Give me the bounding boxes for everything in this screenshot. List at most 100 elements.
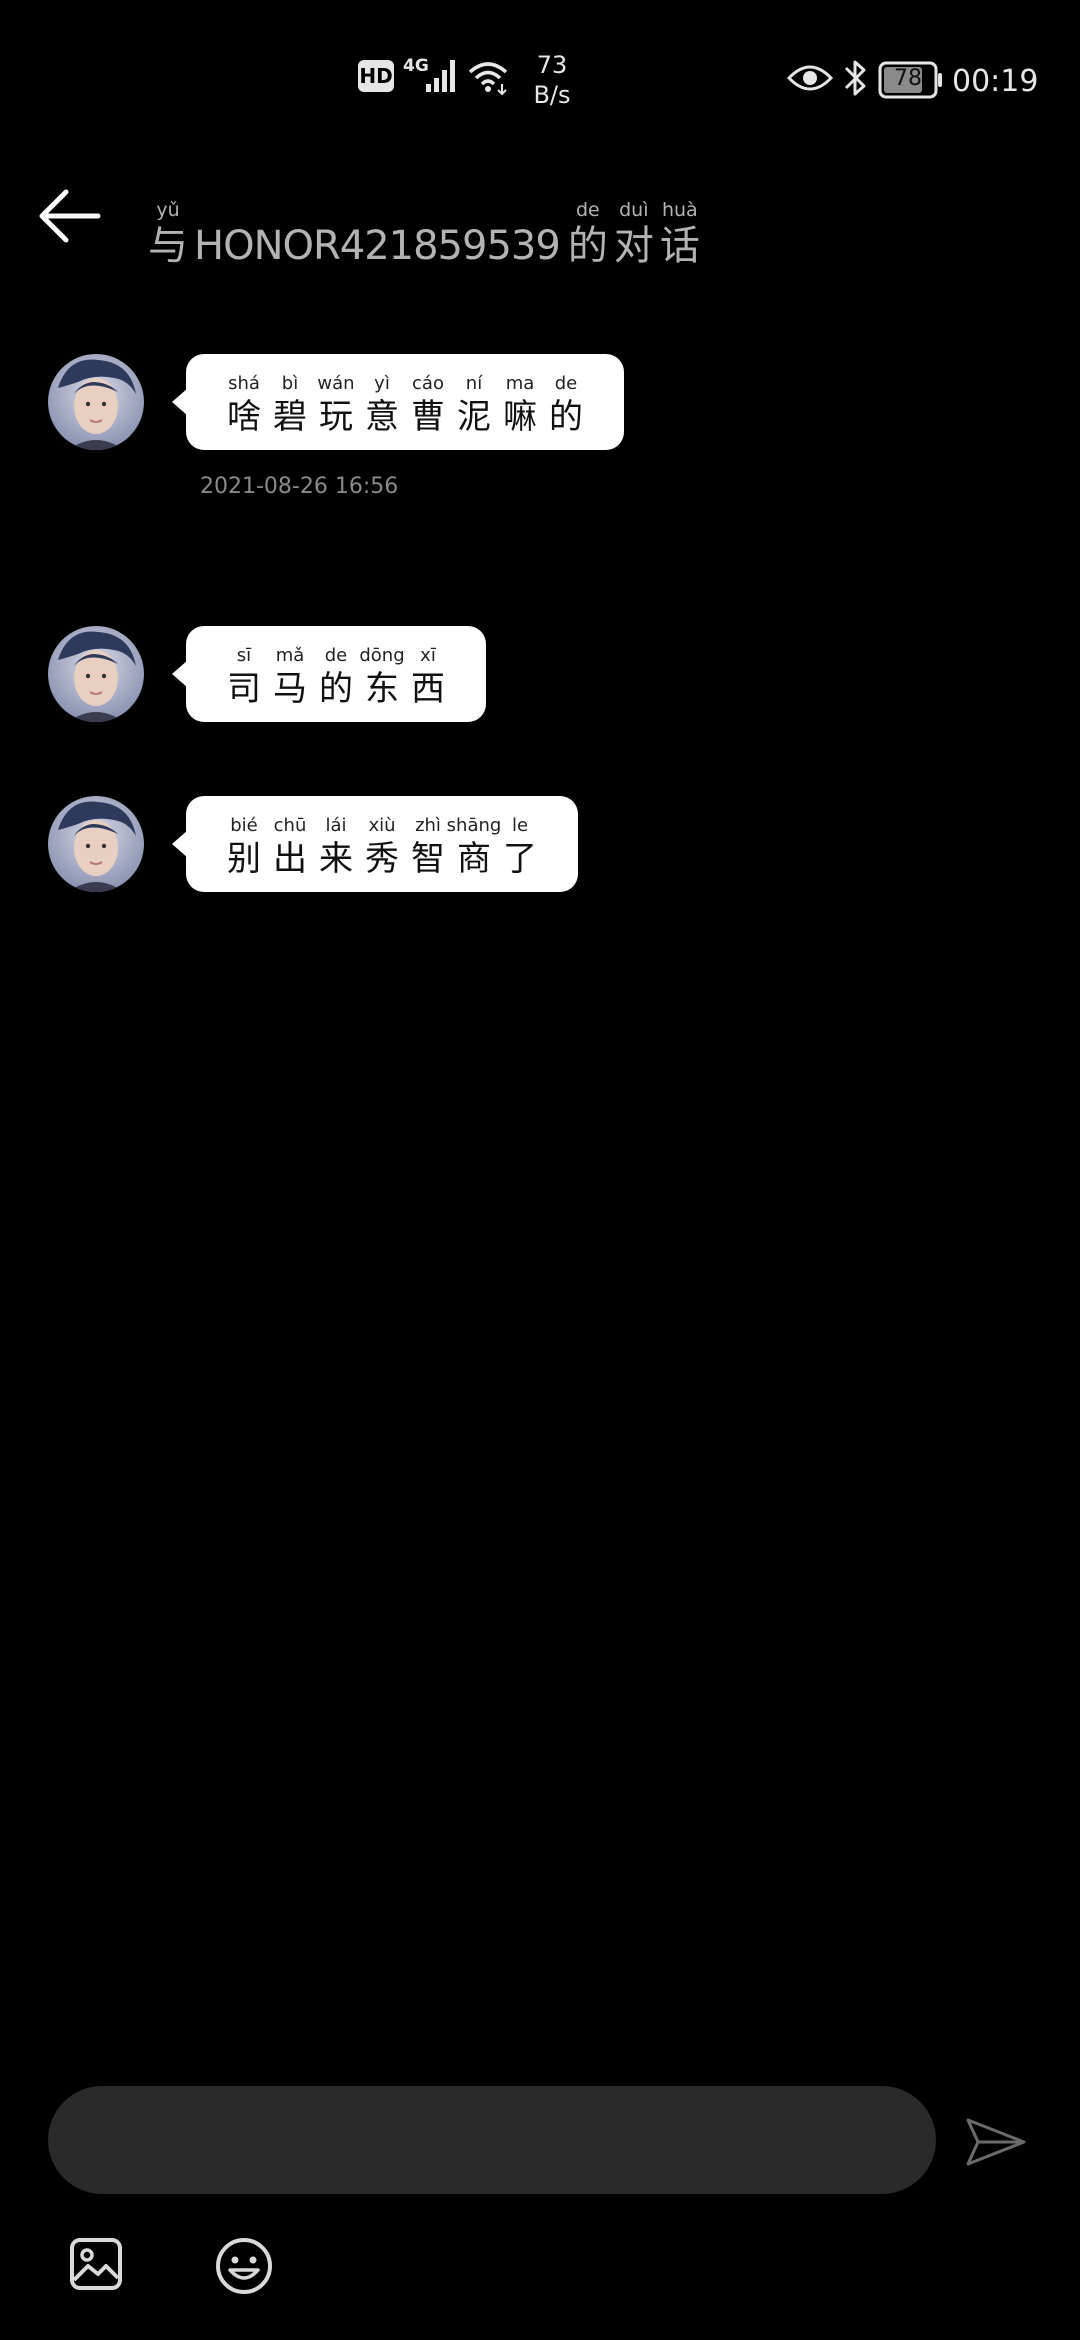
hanzi: 智: [411, 839, 445, 879]
ruby-char: bié 别: [226, 813, 262, 879]
avatar[interactable]: [48, 626, 144, 722]
chat-header: yǔ 与 HONOR421859539 de 的 duì 对 huà 话: [0, 160, 1080, 270]
pinyin: wán: [317, 373, 355, 394]
pinyin: xiù: [368, 815, 396, 836]
hanzi: 马: [273, 669, 307, 709]
back-button[interactable]: [30, 176, 110, 256]
hanzi: 秀: [365, 839, 399, 879]
image-icon: [70, 2238, 122, 2290]
message-text: shá 啥 bì 碧 wán 玩 yì 意 cáo 曹 ní 泥 ma 嘛 de 的: [226, 367, 584, 437]
back-arrow-icon: [39, 189, 101, 243]
ruby-char: chū 出: [272, 813, 308, 879]
pinyin: cáo: [412, 373, 444, 394]
hanzi: 来: [319, 839, 353, 879]
hanzi: 啥: [227, 397, 261, 437]
hanzi: 曹: [411, 397, 445, 437]
emoji-button[interactable]: [214, 2236, 278, 2300]
ruby-char: shāng 商: [447, 813, 502, 879]
hd-badge: HD: [358, 60, 394, 92]
pinyin: de: [554, 373, 578, 394]
hanzi: 别: [227, 839, 261, 879]
pinyin: duì: [619, 199, 649, 221]
avatar[interactable]: [48, 796, 144, 892]
page-title: yǔ 与 HONOR421859539 de 的 duì 对 huà 话: [148, 180, 706, 270]
ruby-char: xī 西: [410, 643, 446, 709]
hanzi: 与: [148, 223, 188, 269]
pinyin: yǔ: [156, 199, 180, 221]
clock: 00:19: [952, 64, 1039, 99]
hanzi: 司: [227, 669, 261, 709]
avatar-image: [48, 626, 144, 722]
message-bubble[interactable]: bié 别 chū 出 lái 来 xiù 秀 zhì 智 shāng 商 le 了: [172, 796, 578, 892]
avatar[interactable]: [48, 354, 144, 450]
message-bubble[interactable]: sī 司 mǎ 马 de 的 dōng 东 xī 西: [172, 626, 486, 722]
message-text: sī 司 mǎ 马 de 的 dōng 东 xī 西: [226, 639, 446, 709]
ruby-char: xiù 秀: [364, 813, 400, 879]
message-bubble[interactable]: shá 啥 bì 碧 wán 玩 yì 意 cáo 曹 ní 泥 ma 嘛 de 的: [172, 354, 624, 450]
hanzi: 的: [567, 223, 608, 269]
pinyin: shá: [228, 373, 260, 394]
ruby-char: sī 司: [226, 643, 262, 709]
ruby-char: bì 碧: [272, 371, 308, 437]
ruby-char: de 的: [548, 371, 584, 437]
status-bar: HD 4G 73 B/s 78 00:19: [0, 0, 1080, 150]
hanzi: 意: [365, 397, 399, 437]
hanzi: 出: [273, 839, 307, 879]
pinyin: lái: [325, 815, 347, 836]
ruby-char: zhì 智: [410, 813, 446, 879]
hanzi: 的: [549, 397, 583, 437]
pinyin: de: [324, 645, 348, 666]
hanzi: 嘛: [503, 397, 537, 437]
message-input[interactable]: [48, 2086, 936, 2194]
pinyin: ní: [465, 373, 483, 394]
pinyin: sī: [236, 645, 252, 666]
message-timestamp: 2021-08-26 16:56: [200, 474, 399, 499]
ruby-char: dōng 东: [359, 643, 404, 709]
network-speed: 73 B/s: [520, 50, 584, 110]
title-suffix-char: huà 话: [660, 198, 700, 270]
hanzi: 玩: [319, 397, 353, 437]
emoji-icon: [216, 2238, 272, 2294]
speed-unit: B/s: [533, 81, 571, 109]
message-text: bié 别 chū 出 lái 来 xiù 秀 zhì 智 shāng 商 le 了: [226, 809, 538, 879]
contact-name: HONOR421859539: [194, 223, 561, 269]
ruby-char: mǎ 马: [272, 643, 308, 709]
signal-icon: [426, 60, 455, 92]
pinyin: yì: [374, 373, 390, 394]
ruby-char: ma 嘛: [502, 371, 538, 437]
pinyin: shāng: [446, 815, 502, 836]
hanzi: 东: [365, 669, 399, 709]
avatar-image: [48, 354, 144, 450]
pinyin: de: [575, 199, 600, 221]
bluetooth-icon: [844, 60, 866, 96]
ruby-char: lái 来: [318, 813, 354, 879]
title-suffix-char: de 的: [568, 198, 608, 270]
send-button[interactable]: [960, 2106, 1032, 2178]
wifi-icon: [468, 62, 508, 96]
ruby-char: wán 玩: [317, 371, 355, 437]
pinyin: mǎ: [275, 645, 305, 666]
eye-icon: [786, 65, 834, 91]
hanzi: 泥: [457, 397, 491, 437]
hanzi: 西: [411, 669, 445, 709]
image-picker-button[interactable]: [68, 2236, 136, 2300]
avatar-image: [48, 796, 144, 892]
hanzi: 碧: [273, 397, 307, 437]
pinyin: le: [511, 815, 529, 836]
hanzi: 话: [659, 223, 700, 269]
pinyin: bì: [281, 373, 299, 394]
send-icon: [966, 2118, 1026, 2166]
ruby-char: le 了: [502, 813, 538, 879]
ruby-char: ní 泥: [456, 371, 492, 437]
battery-level: 78: [894, 66, 922, 91]
hanzi: 对: [613, 223, 654, 269]
speed-value: 73: [536, 51, 568, 79]
pinyin: chū: [273, 815, 307, 836]
ruby-char: shá 啥: [226, 371, 262, 437]
hanzi: 了: [503, 839, 537, 879]
ruby-char: yì 意: [364, 371, 400, 437]
pinyin: huà: [661, 199, 698, 221]
ruby-char: cáo 曹: [410, 371, 446, 437]
hanzi: 商: [457, 839, 491, 879]
title-prefix: yǔ 与: [148, 198, 188, 270]
